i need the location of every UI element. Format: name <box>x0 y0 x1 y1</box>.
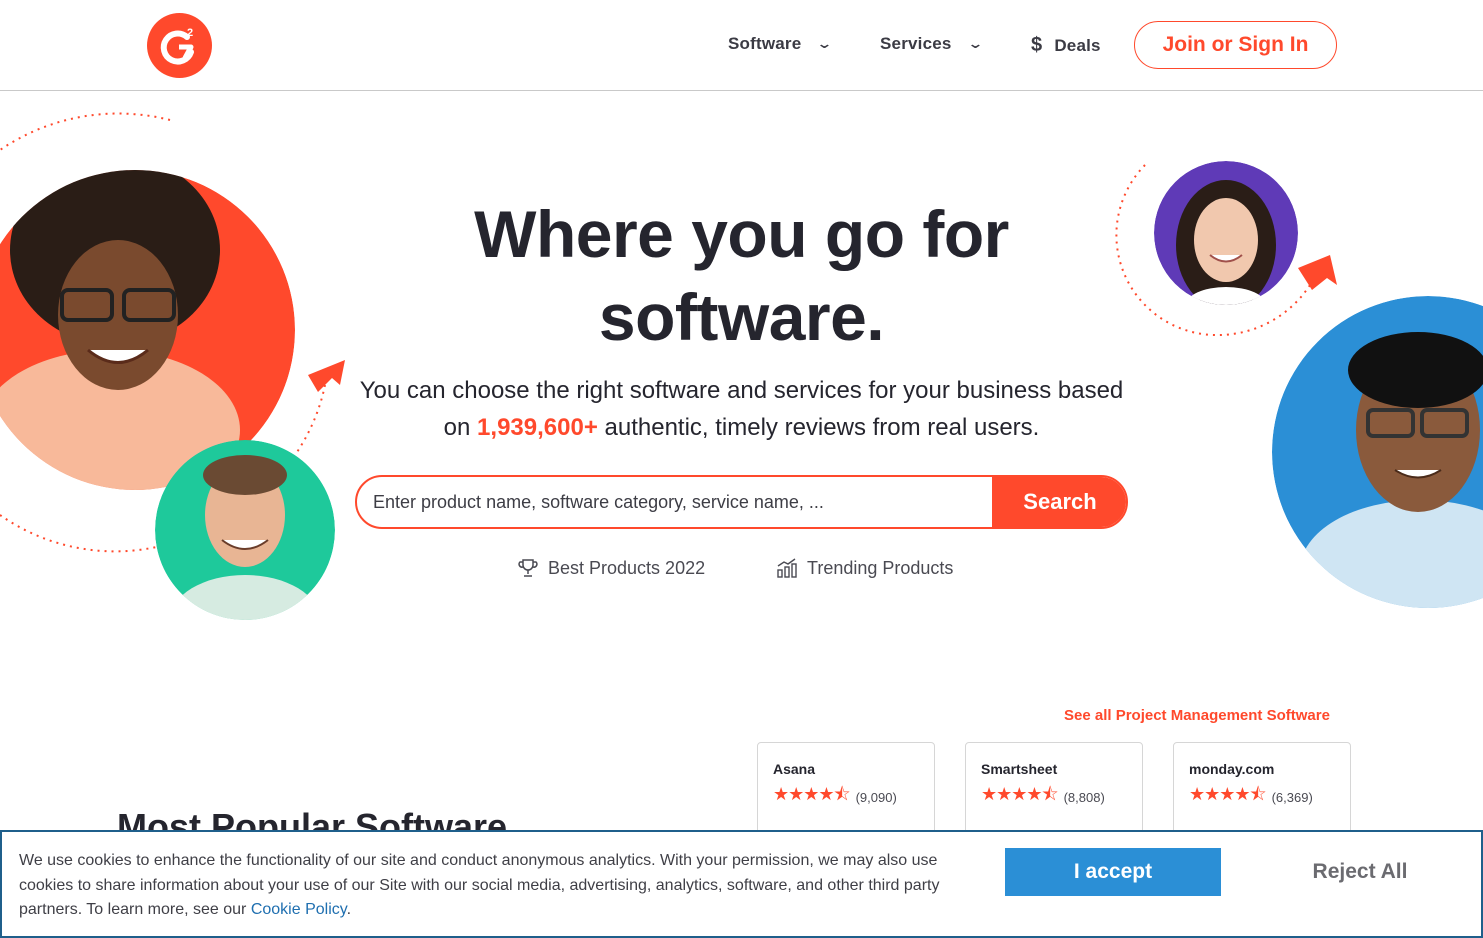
trending-products-link[interactable]: Trending Products <box>776 557 953 579</box>
best-products-label: Best Products 2022 <box>548 557 706 578</box>
hero-subtitle: You can choose the right software and se… <box>350 372 1133 446</box>
arrow-icon <box>308 360 345 392</box>
product-card-asana[interactable]: Asana ★★★★⯪ (9,090) <box>757 742 935 842</box>
star-rating-icon: ★★★★⯪ <box>1189 784 1267 804</box>
arrow-icon <box>1298 255 1337 290</box>
trophy-icon <box>518 559 538 577</box>
search-button[interactable]: Search <box>992 477 1126 527</box>
review-count: 1,939,600+ <box>477 414 598 441</box>
review-count-label: (8,808) <box>1063 789 1105 805</box>
cookie-text: We use cookies to enhance the functional… <box>19 849 969 923</box>
trending-chart-icon <box>777 558 797 578</box>
product-name: Asana <box>773 761 816 777</box>
review-count-label: (6,369) <box>1271 789 1313 805</box>
see-all-project-management-link[interactable]: See all Project Management Software <box>1064 707 1330 724</box>
dotted-arc <box>294 384 326 456</box>
dotted-arc <box>0 514 166 553</box>
product-name: Smartsheet <box>981 761 1058 777</box>
best-products-link[interactable]: Best Products 2022 <box>517 557 705 579</box>
reject-all-cookies-button[interactable]: Reject All <box>1275 848 1445 896</box>
search-input[interactable] <box>357 477 992 527</box>
hero-title: Where you go for software. <box>380 193 1103 359</box>
product-rating: ★★★★⯪ (8,808) <box>981 782 1142 812</box>
reviewer-avatar <box>155 440 335 620</box>
product-rating: ★★★★⯪ (9,090) <box>773 782 934 812</box>
reviewer-avatar <box>1272 296 1483 608</box>
product-rating: ★★★★⯪ (6,369) <box>1189 782 1350 812</box>
reviewer-avatar <box>1154 161 1298 305</box>
trending-products-label: Trending Products <box>807 557 954 578</box>
product-card-monday[interactable]: monday.com ★★★★⯪ (6,369) <box>1173 742 1351 842</box>
hero-title-line1: Where you go for <box>474 197 1009 271</box>
hero-subtitle-post: authentic, timely reviews from real user… <box>597 414 1040 441</box>
cookie-message-end: . <box>346 901 352 918</box>
dotted-arc <box>0 112 171 151</box>
search-bar: Search <box>355 475 1128 529</box>
product-name: monday.com <box>1189 761 1275 777</box>
review-count-label: (9,090) <box>855 789 897 805</box>
product-card-smartsheet[interactable]: Smartsheet ★★★★⯪ (8,808) <box>965 742 1143 842</box>
cookie-message: We use cookies to enhance the functional… <box>19 852 940 918</box>
star-rating-icon: ★★★★⯪ <box>773 784 851 804</box>
star-rating-icon: ★★★★⯪ <box>981 784 1059 804</box>
cookie-policy-link[interactable]: Cookie Policy <box>251 901 347 918</box>
accept-cookies-button[interactable]: I accept <box>1005 848 1221 896</box>
cookie-banner: We use cookies to enhance the functional… <box>0 830 1483 938</box>
hero-title-line2: software. <box>598 280 885 354</box>
